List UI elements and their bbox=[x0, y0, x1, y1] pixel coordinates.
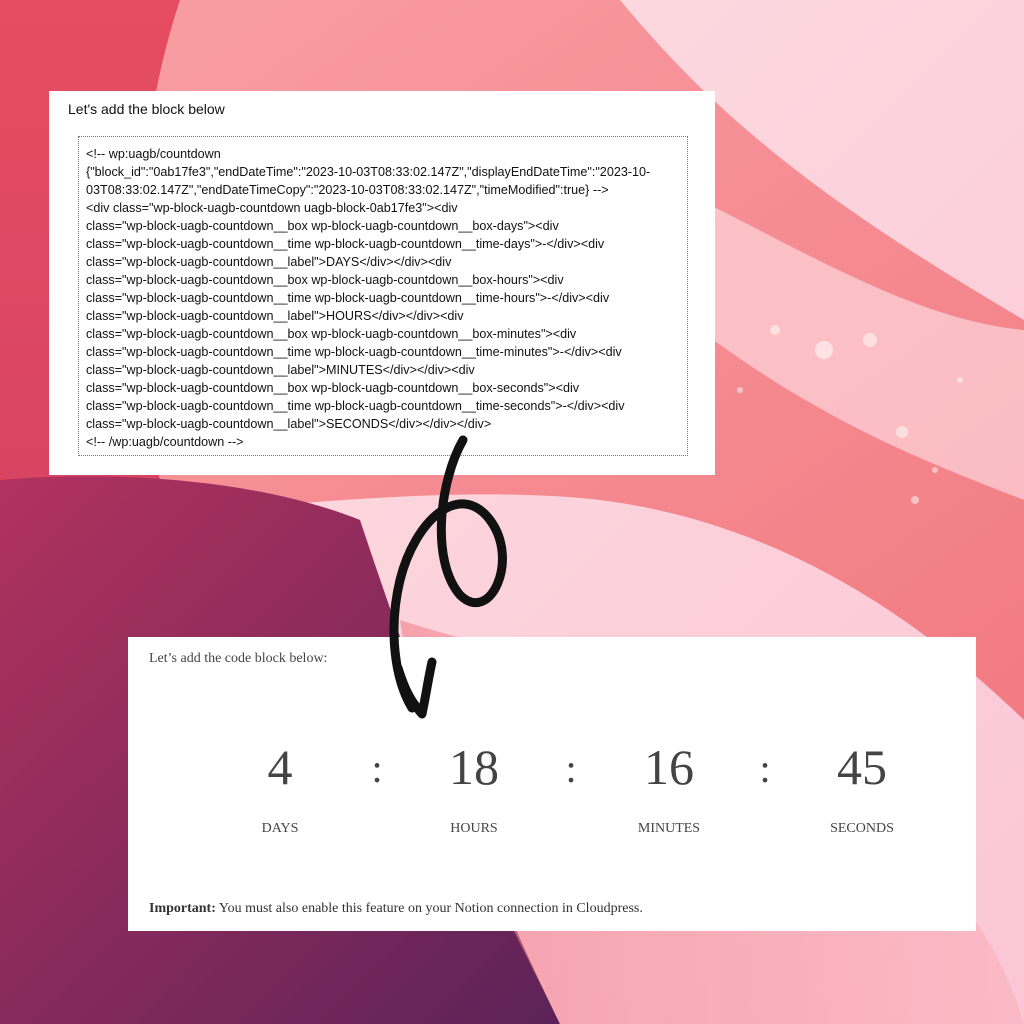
countdown-seconds: 45 SECONDS bbox=[782, 737, 942, 837]
code-line: class="wp-block-uagb-countdown__label">H… bbox=[86, 309, 464, 323]
hours-value: 18 bbox=[449, 739, 499, 795]
code-line: {"block_id":"0ab17fe3","endDateTime":"20… bbox=[86, 165, 651, 179]
hours-label: HOURS bbox=[450, 821, 498, 836]
countdown-card: Let’s add the code block below: 4 DAYS :… bbox=[128, 637, 976, 931]
countdown-separator: : bbox=[565, 746, 577, 791]
seconds-value: 45 bbox=[837, 739, 887, 795]
countdown-hours: 18 HOURS bbox=[394, 737, 554, 837]
code-line: class="wp-block-uagb-countdown__label">D… bbox=[86, 255, 452, 269]
code-card: Let's add the block below <!-- wp:uagb/c… bbox=[49, 91, 715, 475]
code-line: <div class="wp-block-uagb-countdown uagb… bbox=[86, 201, 458, 215]
minutes-label: MINUTES bbox=[637, 821, 701, 836]
countdown-card-intro: Let’s add the code block below: bbox=[149, 651, 328, 666]
seconds-label: SECONDS bbox=[830, 821, 894, 836]
code-block[interactable]: <!-- wp:uagb/countdown {"block_id":"0ab1… bbox=[78, 136, 688, 456]
important-note: Important: You must also enable this fea… bbox=[149, 901, 643, 917]
code-line: 03T08:33:02.147Z","endDateTimeCopy":"202… bbox=[86, 183, 609, 197]
countdown-separator: : bbox=[759, 746, 771, 791]
important-note-text: You must also enable this feature on you… bbox=[215, 901, 643, 916]
code-line: class="wp-block-uagb-countdown__time wp-… bbox=[86, 291, 610, 305]
code-line: class="wp-block-uagb-countdown__box wp-b… bbox=[86, 327, 577, 341]
days-value: 4 bbox=[267, 739, 293, 795]
countdown-days: 4 DAYS bbox=[200, 737, 360, 837]
curly-arrow-icon bbox=[389, 435, 507, 719]
code-line: class="wp-block-uagb-countdown__box wp-b… bbox=[86, 219, 559, 233]
minutes-value: 16 bbox=[644, 739, 694, 795]
code-line: class="wp-block-uagb-countdown__time wp-… bbox=[86, 399, 625, 413]
code-line: class="wp-block-uagb-countdown__label">M… bbox=[86, 363, 475, 377]
countdown-minutes: 16 MINUTES bbox=[589, 737, 749, 837]
code-line: class="wp-block-uagb-countdown__time wp-… bbox=[86, 237, 605, 251]
code-card-intro: Let's add the block below bbox=[68, 101, 225, 117]
code-line: class="wp-block-uagb-countdown__box wp-b… bbox=[86, 273, 564, 287]
code-line: <!-- wp:uagb/countdown bbox=[86, 147, 221, 161]
code-line: class="wp-block-uagb-countdown__time wp-… bbox=[86, 345, 622, 359]
code-line: class="wp-block-uagb-countdown__box wp-b… bbox=[86, 381, 580, 395]
important-note-label: Important: bbox=[149, 901, 216, 916]
days-label: DAYS bbox=[261, 821, 299, 836]
countdown-separator: : bbox=[371, 746, 383, 791]
